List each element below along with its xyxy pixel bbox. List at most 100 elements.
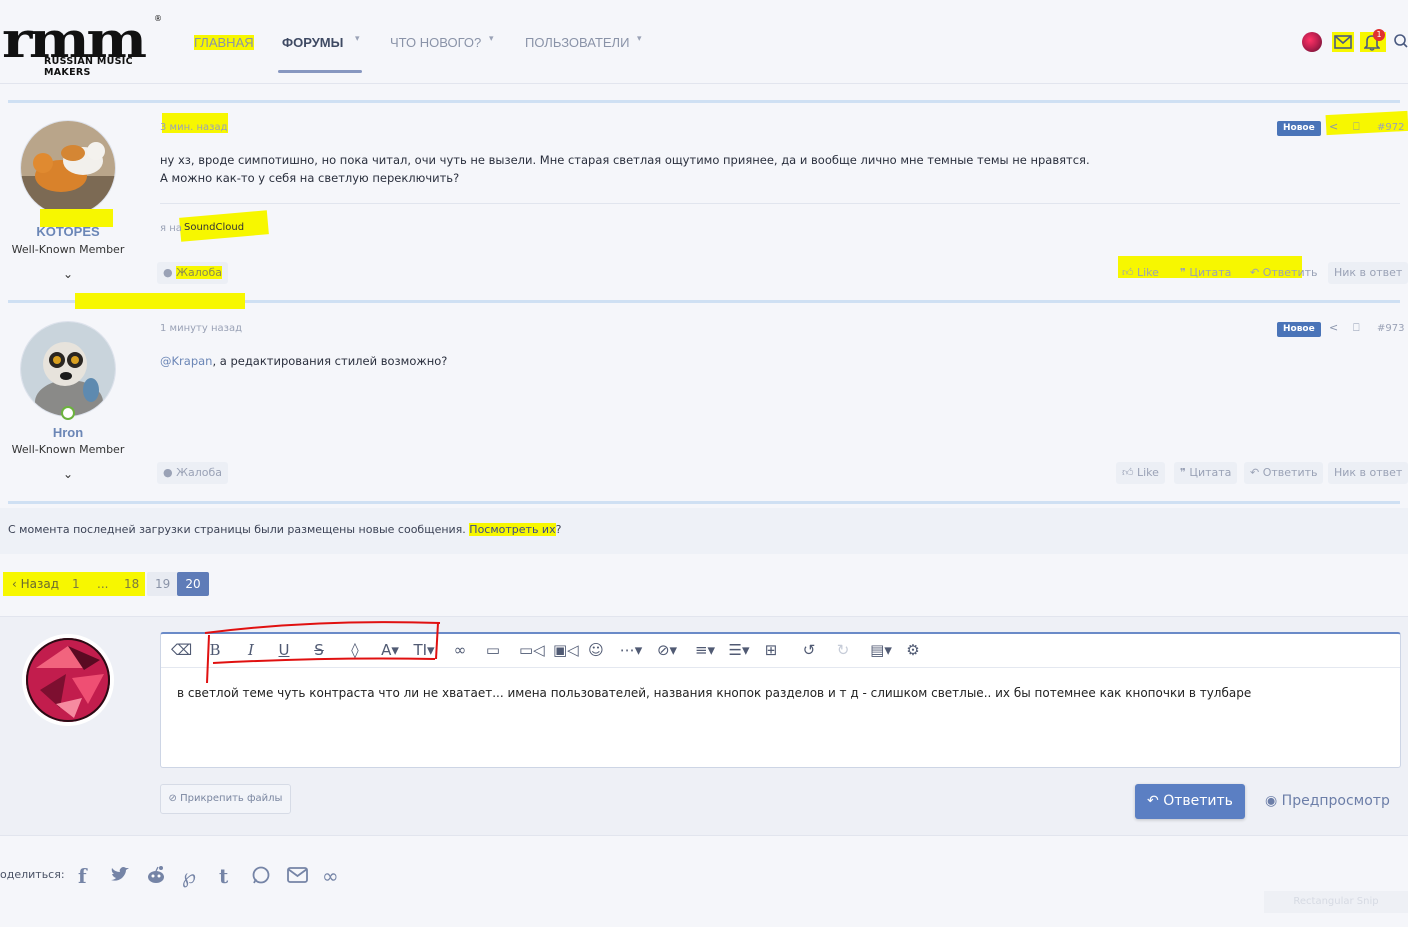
report-label: Жалоба <box>176 266 222 279</box>
preview-button[interactable]: ◉ Предпросмотр <box>1265 793 1390 809</box>
reply-icon: ↶ <box>1147 793 1159 809</box>
avatar[interactable] <box>20 120 116 216</box>
reply-icon: ↶ <box>1250 466 1260 479</box>
more-icon[interactable]: ⋯▾ <box>617 640 645 660</box>
nav-members[interactable]: ПОЛЬЗОВАТЕЛИ <box>525 35 629 50</box>
bookmark-icon[interactable]: ⎕ <box>1353 120 1360 134</box>
submit-label: Ответить <box>1163 793 1233 809</box>
search-icon[interactable] <box>1393 33 1408 49</box>
twitter-icon[interactable] <box>109 866 131 884</box>
link-share-icon[interactable]: ∞ <box>322 864 339 888</box>
post-separator <box>8 501 1400 504</box>
link-icon[interactable]: ∞ <box>450 640 470 660</box>
reply-button[interactable]: ↶ Ответить <box>1244 262 1323 284</box>
username[interactable]: KOTOPES <box>0 224 136 239</box>
chevron-down-icon[interactable]: ⌄ <box>0 467 136 481</box>
quote-button[interactable]: ❞ Цитата <box>1174 462 1238 484</box>
chevron-down-icon[interactable]: ▾ <box>489 34 494 44</box>
post-number[interactable]: #973 <box>1377 323 1404 334</box>
like-button[interactable]: 👍︎ Like <box>1116 462 1165 484</box>
table-icon[interactable]: ⊞ <box>761 640 781 660</box>
user-mention[interactable]: @Krapan <box>160 354 212 368</box>
quote-button[interactable]: ❞ Цитата <box>1174 262 1237 284</box>
video-icon[interactable]: ▭◁ <box>519 640 545 660</box>
avatar[interactable] <box>20 321 116 417</box>
media-icon[interactable]: ▣◁ <box>553 640 579 660</box>
post-text-line: А можно как-то у себя на светлую переклю… <box>160 171 460 185</box>
align-icon[interactable]: ≡▾ <box>691 640 719 660</box>
bookmark-icon[interactable]: ⎕ <box>1353 321 1360 335</box>
page-20-current[interactable]: 20 <box>177 572 209 596</box>
submit-reply-button[interactable]: ↶ Ответить <box>1135 784 1245 819</box>
email-share-icon[interactable] <box>287 867 308 883</box>
active-nav-underline <box>278 70 362 73</box>
nav-home[interactable]: ГЛАВНАЯ <box>194 35 254 50</box>
page-18[interactable]: 18 <box>116 572 147 596</box>
post-text-line: ну хз, вроде симпотишно, но пока читал, … <box>160 153 1090 167</box>
username[interactable]: Hron <box>0 425 136 440</box>
my-avatar[interactable] <box>22 634 114 726</box>
list-icon[interactable]: ☰▾ <box>725 640 753 660</box>
share-icon[interactable]: < <box>1329 321 1338 334</box>
new-messages-notice: С момента последней загрузки страницы бы… <box>8 523 561 536</box>
view-new-link[interactable]: Посмотреть их <box>469 523 556 536</box>
drafts-icon[interactable]: ▤▾ <box>867 640 895 660</box>
info-icon: ● <box>163 466 173 479</box>
post-time[interactable]: 1 минуту назад <box>160 323 242 334</box>
reddit-icon[interactable] <box>145 865 167 885</box>
user-title: Well-Known Member <box>11 443 125 456</box>
spoiler-icon[interactable]: ⊘▾ <box>653 640 681 660</box>
like-button[interactable]: 👍︎ Like <box>1116 262 1165 284</box>
preview-label: Предпросмотр <box>1281 793 1390 809</box>
signature-prefix: я на <box>160 223 182 234</box>
post-body: ну хз, вроде симпотишно, но пока читал, … <box>160 151 1090 187</box>
info-icon: ● <box>163 266 173 279</box>
nick-reply-button[interactable]: Ник в ответ <box>1328 462 1408 484</box>
reply-button[interactable]: ↶ Ответить <box>1244 462 1324 484</box>
eraser-icon[interactable]: ⌫ <box>171 640 192 660</box>
post-time[interactable]: 3 мин. назад <box>160 122 228 133</box>
page-1[interactable]: 1 <box>64 572 88 596</box>
chevron-down-icon[interactable]: ▾ <box>355 34 360 44</box>
page-ellipsis[interactable]: ... <box>89 572 116 596</box>
nav-whats-new[interactable]: ЧТО НОВОГО? <box>390 35 481 50</box>
chevron-down-icon[interactable]: ▾ <box>637 34 642 44</box>
whatsapp-icon[interactable] <box>251 865 271 885</box>
new-badge: Новое <box>1277 322 1321 337</box>
thumbs-up-icon: 👍︎ <box>1122 466 1134 479</box>
mail-icon[interactable] <box>1334 35 1352 49</box>
nick-reply-button[interactable]: Ник в ответ <box>1328 262 1408 284</box>
report-label: Жалоба <box>176 466 222 479</box>
nav-forums[interactable]: ФОРУМЫ <box>282 35 343 50</box>
report-button[interactable]: ● Жалоба <box>157 262 228 284</box>
chevron-down-icon[interactable]: ⌄ <box>0 267 136 281</box>
new-badge: Новое <box>1277 121 1321 136</box>
abstract-avatar-image <box>26 638 110 722</box>
gear-icon[interactable]: ⚙ <box>903 640 923 660</box>
attach-label: Прикрепить файлы <box>180 793 283 804</box>
site-logo[interactable]: rmm ® RUSSIAN MUSIC MAKERS <box>0 10 170 78</box>
prev-page-button[interactable]: ‹ Назад <box>4 572 67 596</box>
page-19[interactable]: 19 <box>147 572 179 596</box>
image-icon[interactable]: ▭ <box>483 640 503 660</box>
editor-content[interactable]: в светлой теме чуть контраста что ли не … <box>177 686 1251 700</box>
signature-link[interactable]: SoundCloud <box>184 222 244 233</box>
logo-subtitle: RUSSIAN MUSIC MAKERS <box>44 56 133 78</box>
signature-divider <box>160 203 1400 204</box>
post-number[interactable]: #972 <box>1377 122 1404 133</box>
undo-icon[interactable]: ↺ <box>799 640 819 660</box>
like-label: Like <box>1137 466 1159 479</box>
pinterest-icon[interactable]: ℘ <box>182 864 196 888</box>
redo-icon[interactable]: ↻ <box>833 640 853 660</box>
post-body: @Krapan, а редактирования стилей возможн… <box>160 352 447 370</box>
report-button[interactable]: ● Жалоба <box>157 462 228 484</box>
facebook-icon[interactable]: f <box>78 864 87 888</box>
tumblr-icon[interactable]: t <box>219 864 228 888</box>
share-icon[interactable]: < <box>1329 120 1338 133</box>
attach-files-button[interactable]: ⊘ Прикрепить файлы <box>160 784 291 814</box>
user-avatar[interactable] <box>1302 32 1322 52</box>
eye-icon: ◉ <box>1265 793 1278 809</box>
emoji-icon[interactable]: ☺ <box>586 640 606 660</box>
post-separator <box>8 100 1400 103</box>
notice-suffix: ? <box>555 523 562 536</box>
